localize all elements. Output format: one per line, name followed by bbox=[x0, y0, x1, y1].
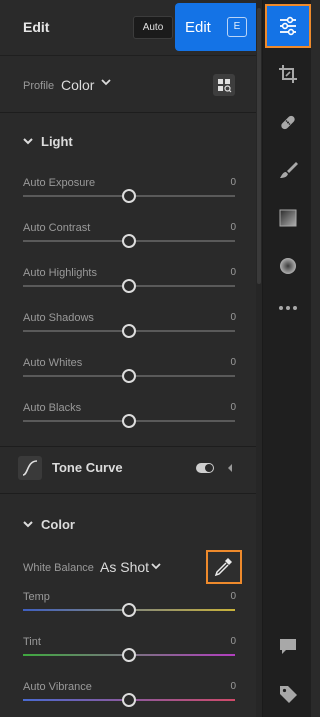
chevron-down-icon[interactable] bbox=[100, 76, 112, 88]
section-title: Color bbox=[41, 517, 75, 532]
slider-value[interactable]: 0 bbox=[222, 177, 236, 188]
profile-label: Profile bbox=[23, 80, 55, 92]
slider-label: Temp bbox=[23, 591, 50, 603]
brush-icon bbox=[279, 162, 298, 178]
slider-label: Auto Highlights bbox=[23, 267, 97, 279]
slider-tint: Tint 0 bbox=[0, 636, 256, 681]
section-color[interactable]: Color bbox=[0, 513, 256, 537]
tone-curve-row[interactable]: Tone Curve bbox=[0, 446, 256, 494]
auto-button[interactable]: Auto bbox=[133, 16, 173, 39]
slider-knob[interactable] bbox=[122, 648, 136, 662]
slider-label: Auto Vibrance bbox=[23, 681, 92, 693]
panel-title: Edit bbox=[23, 19, 50, 35]
section-title: Light bbox=[41, 134, 73, 149]
grid-icon bbox=[218, 79, 232, 93]
slider-label: Auto Exposure bbox=[23, 177, 96, 189]
section-light[interactable]: Light bbox=[0, 130, 256, 154]
slider-value[interactable]: 0 bbox=[222, 267, 236, 278]
tone-curve-toggle[interactable] bbox=[196, 463, 214, 473]
white-balance-label: White Balance bbox=[23, 562, 94, 574]
slider-auto-shadows: Auto Shadows 0 bbox=[0, 312, 256, 357]
white-balance-selector-button[interactable] bbox=[206, 550, 242, 584]
slider-knob[interactable] bbox=[122, 369, 136, 383]
divider bbox=[0, 112, 256, 113]
slider-value[interactable]: 0 bbox=[222, 402, 236, 413]
slider-knob[interactable] bbox=[122, 279, 136, 293]
slider-auto-whites: Auto Whites 0 bbox=[0, 357, 256, 402]
profile-dropdown[interactable]: Color bbox=[61, 77, 94, 93]
linear-gradient-tool-button[interactable] bbox=[263, 194, 312, 242]
slider-knob[interactable] bbox=[122, 693, 136, 707]
chevron-down-icon[interactable] bbox=[150, 560, 162, 572]
slider-auto-contrast: Auto Contrast 0 bbox=[0, 222, 256, 267]
slider-label: Auto Whites bbox=[23, 357, 83, 369]
tooltip-shortcut: E bbox=[227, 17, 247, 37]
slider-knob[interactable] bbox=[122, 414, 136, 428]
brush-tool-button[interactable] bbox=[263, 146, 312, 194]
chevron-down-icon bbox=[23, 521, 33, 528]
more-icon bbox=[278, 306, 297, 310]
edit-tool-button[interactable] bbox=[265, 4, 311, 48]
slider-label: Auto Contrast bbox=[23, 222, 91, 234]
slider-label: Auto Blacks bbox=[23, 402, 82, 414]
slider-auto-blacks: Auto Blacks 0 bbox=[0, 402, 256, 447]
profile-row: Profile Color bbox=[0, 68, 256, 100]
tone-curve-icon bbox=[18, 456, 42, 480]
healing-icon bbox=[280, 115, 295, 130]
profile-browser-button[interactable] bbox=[213, 74, 235, 96]
more-tools-button[interactable] bbox=[263, 284, 312, 332]
tone-curve-title: Tone Curve bbox=[52, 460, 123, 475]
white-balance-row: White Balance As Shot bbox=[0, 550, 256, 586]
tag-icon bbox=[279, 686, 297, 703]
white-balance-dropdown[interactable]: As Shot bbox=[100, 559, 149, 575]
slider-value[interactable]: 0 bbox=[222, 636, 236, 647]
slider-label: Auto Shadows bbox=[23, 312, 94, 324]
slider-auto-exposure: Auto Exposure 0 bbox=[0, 177, 256, 222]
healing-tool-button[interactable] bbox=[263, 98, 312, 146]
edit-icon bbox=[280, 16, 296, 36]
slider-value[interactable]: 0 bbox=[222, 222, 236, 233]
edit-tooltip: Edit E bbox=[175, 3, 259, 51]
slider-knob[interactable] bbox=[122, 189, 136, 203]
edit-panel: Edit Auto Profile Color Light Auto Expos… bbox=[0, 0, 256, 717]
crop-icon bbox=[278, 65, 297, 83]
comment-icon bbox=[279, 639, 296, 654]
tool-rail bbox=[262, 0, 311, 717]
slider-value[interactable]: 0 bbox=[222, 357, 236, 368]
slider-auto-vibrance: Auto Vibrance 0 bbox=[0, 681, 256, 717]
slider-knob[interactable] bbox=[122, 324, 136, 338]
slider-value[interactable]: 0 bbox=[222, 312, 236, 323]
crop-tool-button[interactable] bbox=[263, 50, 312, 98]
slider-value[interactable]: 0 bbox=[222, 591, 236, 602]
slider-auto-highlights: Auto Highlights 0 bbox=[0, 267, 256, 312]
radial-gradient-tool-button[interactable] bbox=[263, 242, 312, 290]
caret-left-icon[interactable] bbox=[226, 462, 234, 474]
comments-button[interactable] bbox=[263, 622, 312, 670]
slider-knob[interactable] bbox=[122, 603, 136, 617]
tooltip-label: Edit bbox=[185, 19, 211, 36]
linear-gradient-icon bbox=[279, 209, 296, 227]
keywords-button[interactable] bbox=[263, 670, 312, 717]
eyedropper-icon bbox=[214, 558, 232, 577]
radial-gradient-icon bbox=[279, 258, 296, 274]
slider-label: Tint bbox=[23, 636, 41, 648]
slider-value[interactable]: 0 bbox=[222, 681, 236, 692]
scrollbar-thumb[interactable] bbox=[257, 8, 261, 284]
slider-knob[interactable] bbox=[122, 234, 136, 248]
slider-temp: Temp 0 bbox=[0, 591, 256, 636]
chevron-down-icon bbox=[23, 138, 33, 145]
